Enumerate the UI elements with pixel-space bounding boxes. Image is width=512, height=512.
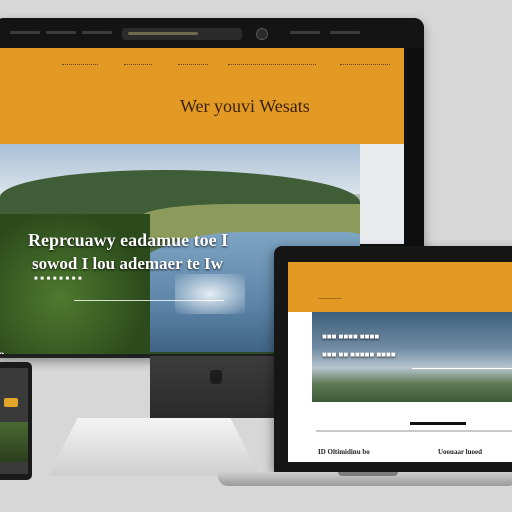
hero-divider (74, 300, 224, 301)
nav-link[interactable] (62, 58, 98, 65)
browser-tab[interactable] (290, 31, 320, 34)
nav-link[interactable] (340, 58, 390, 65)
brand-logo-icon (210, 370, 222, 384)
content-divider (410, 422, 466, 425)
browser-tab[interactable] (10, 31, 40, 34)
laptop-site-header: ———— (288, 262, 512, 312)
laptop-base (218, 472, 512, 486)
content-heading-left: ID Oltimidinu bo (318, 448, 370, 456)
nav-link[interactable] (124, 58, 152, 65)
monitor-base (48, 418, 260, 476)
laptop-nav-link[interactable]: ———— (318, 296, 342, 302)
nav-link[interactable] (178, 58, 208, 65)
content-rule (316, 430, 512, 432)
laptop-device: ———— ■■■ ■■■■ ■■■■ ■■■ ■■ ■■■■■ ■■■■ ID … (274, 246, 512, 472)
address-bar[interactable] (122, 28, 242, 40)
laptop-hero-headline: ■■■ ■■■■ ■■■■ (322, 332, 380, 341)
laptop-hero-subheadline: ■■■ ■■ ■■■■■ ■■■■ (322, 350, 396, 359)
hero-headline: Reprcuawy eadamue toe I (28, 230, 229, 250)
laptop-hero-divider (412, 368, 512, 369)
site-title: Wer youvi Wesats (180, 96, 310, 116)
phone-hero-image (0, 422, 28, 462)
laptop-notch (338, 472, 398, 476)
browser-toolbar (0, 18, 424, 48)
laptop-screen: ———— ■■■ ■■■■ ■■■■ ■■■ ■■ ■■■■■ ■■■■ ID … (288, 262, 512, 462)
monitor-stand (150, 356, 280, 418)
hero-caption: ■ ■ ■ ■ ■ ■ ■ ■ (34, 276, 83, 282)
laptop-hero-image: ■■■ ■■■■ ■■■■ ■■■ ■■ ■■■■■ ■■■■ (312, 312, 512, 402)
nav-link[interactable] (228, 58, 316, 65)
site-header: Wer youvi Wesats (0, 48, 404, 144)
phone-menu-button[interactable] (4, 398, 18, 407)
phone-device (0, 362, 32, 480)
browser-tab[interactable] (46, 31, 76, 34)
content-heading-right: Uoouaar luoed (438, 448, 483, 456)
side-panel (360, 144, 404, 244)
camera-icon (256, 28, 268, 40)
hero-subheadline: sowod I lou ademaer te Iw (32, 254, 223, 273)
browser-tab[interactable] (82, 31, 112, 34)
browser-tab[interactable] (330, 31, 360, 34)
